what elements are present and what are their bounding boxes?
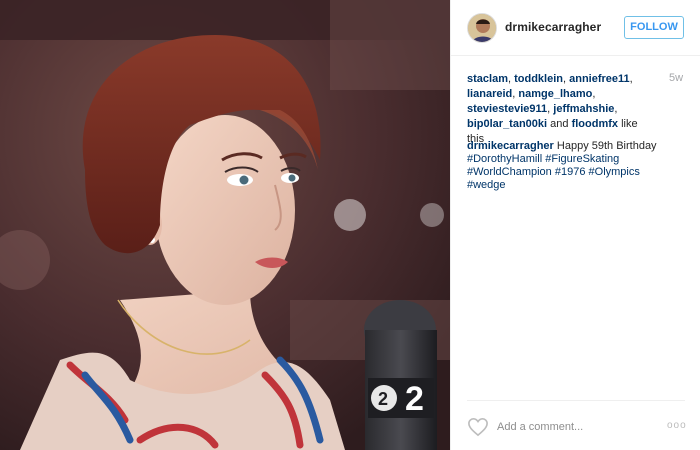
liker-link[interactable]: jeffmahshie — [553, 103, 614, 115]
caption-text: Happy 59th Birthday — [556, 140, 657, 152]
post-photo[interactable]: 2 2 — [0, 0, 450, 450]
post-footer: ooo — [467, 400, 686, 450]
liker-link[interactable]: anniefree11 — [569, 73, 630, 85]
hashtag-link[interactable]: #Olympics — [589, 166, 640, 178]
liker-link[interactable]: toddklein — [514, 73, 563, 85]
liker-link[interactable]: staclam — [467, 73, 508, 85]
post-caption: drmikecarragher Happy 59th Birthday #Dor… — [467, 140, 677, 192]
follow-button[interactable]: FOLLOW — [624, 16, 684, 39]
more-options-button[interactable]: ooo — [667, 419, 686, 433]
photo-illustration: 2 2 — [0, 0, 450, 450]
liker-link[interactable]: floodmfx — [572, 118, 618, 130]
liker-link[interactable]: namge_lhamo — [518, 88, 592, 100]
add-comment-input[interactable] — [497, 419, 647, 435]
liker-link[interactable]: lianareid — [467, 88, 512, 100]
heart-icon — [468, 417, 488, 437]
hashtag-link[interactable]: #FigureSkating — [545, 153, 619, 165]
mic-flag-number-left: 2 — [378, 389, 388, 409]
hashtag-link[interactable]: #wedge — [467, 179, 506, 191]
mic-flag-number: 2 — [405, 380, 424, 418]
post-age[interactable]: 5w — [669, 72, 683, 84]
liker-link[interactable]: steviestevie911 — [467, 103, 547, 115]
likes-and-text: and — [550, 118, 569, 130]
caption-author-link[interactable]: drmikecarragher — [467, 140, 554, 152]
like-heart-icon[interactable] — [467, 417, 489, 437]
likes-summary: staclam, toddklein, anniefree11, lianare… — [467, 73, 638, 145]
post-details-panel: drmikecarragher FOLLOW staclam, toddklei… — [450, 0, 700, 450]
instagram-post: 2 2 drmikecarragher FOLLOW staclam, todd… — [0, 0, 700, 450]
hashtag-link[interactable]: #WorldChampion — [467, 166, 552, 178]
hashtag-link[interactable]: #1976 — [555, 166, 586, 178]
liker-link[interactable]: bip0lar_tan00ki — [467, 118, 547, 130]
avatar[interactable] — [467, 13, 497, 43]
hashtag-link[interactable]: #DorothyHamill — [467, 153, 542, 165]
post-author-username[interactable]: drmikecarragher — [505, 20, 601, 34]
post-header: drmikecarragher FOLLOW — [451, 0, 700, 56]
avatar-image — [468, 14, 496, 42]
